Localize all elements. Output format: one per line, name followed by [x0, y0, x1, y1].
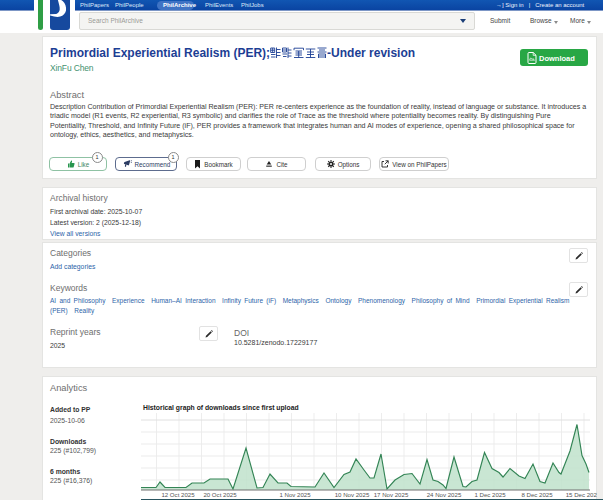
svg-text:1 Nov 2025: 1 Nov 2025	[279, 491, 311, 498]
svg-text:15 Dec 2025: 15 Dec 2025	[566, 491, 597, 498]
svg-text:17 Nov 2025: 17 Nov 2025	[374, 491, 409, 498]
svg-text:1 Dec 2025: 1 Dec 2025	[474, 491, 506, 498]
svg-text:20 Oct 2025: 20 Oct 2025	[203, 491, 237, 498]
svg-text:10 Nov 2025: 10 Nov 2025	[335, 491, 370, 498]
svg-text:8 Dec 2025: 8 Dec 2025	[521, 491, 553, 498]
svg-text:24 Nov 2025: 24 Nov 2025	[427, 491, 462, 498]
svg-text:12 Oct 2025: 12 Oct 2025	[161, 491, 195, 498]
